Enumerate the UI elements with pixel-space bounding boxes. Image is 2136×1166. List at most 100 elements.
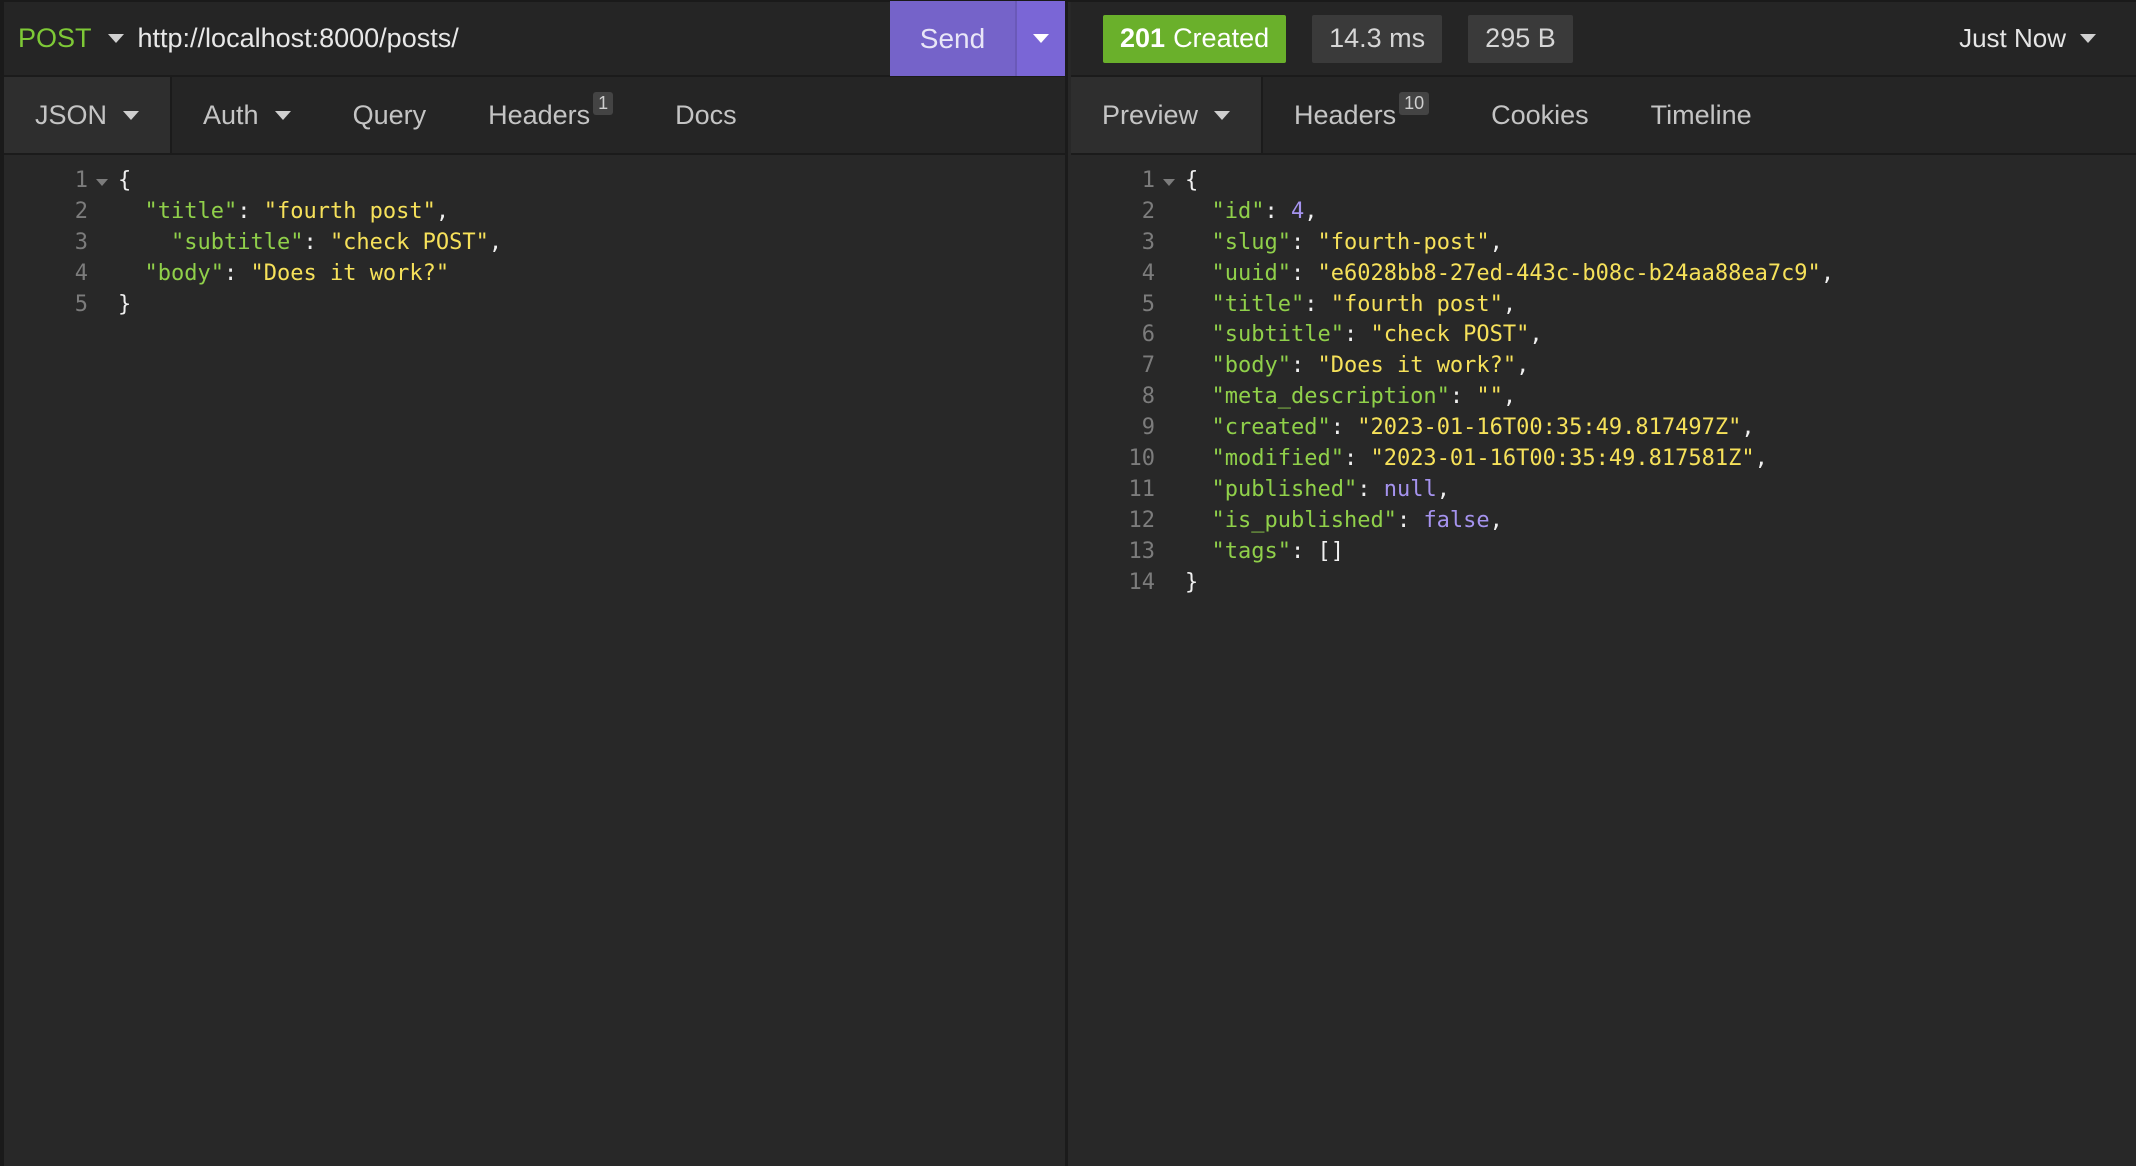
response-size: 295 B	[1468, 14, 1573, 63]
code-token: "e6028bb8-27ed-443c-b08c-b24aa88ea7c9"	[1317, 260, 1821, 286]
code-text: "title": "fourth post",	[1155, 292, 1517, 317]
code-token: :	[1449, 384, 1477, 410]
code-token: ,	[1820, 260, 1835, 286]
code-text: "created": "2023-01-16T00:35:49.817497Z"…	[1155, 415, 1755, 440]
line-number: 5	[1071, 292, 1155, 317]
line-number: 1	[4, 167, 108, 193]
response-body-viewer[interactable]: 1{2 "id": 4, 3 "slug": "fourth-post", 4 "u…	[1071, 157, 2136, 1166]
code-token: :	[223, 260, 251, 286]
code-token: "meta_description"	[1211, 384, 1450, 410]
method-select[interactable]: POST	[4, 2, 124, 75]
chevron-down-icon	[274, 110, 291, 120]
tab-json[interactable]: JSON	[4, 77, 173, 153]
code-token: null	[1383, 476, 1437, 502]
code-text: "slug": "fourth-post",	[1155, 230, 1503, 255]
code-token: :	[1290, 353, 1318, 379]
app-window: POST http://localhost:8000/posts/ Send J…	[0, 0, 2136, 1166]
code-token: "modified"	[1211, 445, 1344, 471]
tab-docs[interactable]: Docs	[644, 77, 768, 153]
code-token: "published"	[1211, 476, 1358, 502]
code-token: "fourth-post"	[1317, 229, 1490, 255]
code-text: "id": 4,	[1155, 198, 1318, 224]
code-line: 6 "subtitle": "check POST",	[1071, 319, 2136, 350]
status-code: 201	[1120, 23, 1166, 53]
code-token: ,	[1304, 198, 1318, 224]
line-number-text: 1	[74, 167, 88, 193]
request-body-editor[interactable]: 1{2 "title": "fourth post", 3 "subtitle":…	[4, 157, 1065, 1166]
line-number-text: 11	[1128, 476, 1156, 502]
url-input[interactable]: http://localhost:8000/posts/	[138, 23, 890, 54]
code-token: :	[237, 198, 264, 224]
history-dropdown[interactable]: Just Now	[1959, 23, 2096, 54]
code-token: "id"	[1211, 198, 1265, 224]
tab-label: Cookies	[1491, 99, 1589, 130]
code-text: "subtitle": "check POST",	[1155, 322, 1543, 347]
code-token: "tags"	[1211, 538, 1291, 564]
tab-auth[interactable]: Auth	[172, 77, 322, 153]
send-button[interactable]: Send	[890, 1, 1015, 76]
code-token: ,	[1502, 384, 1517, 410]
tab-label: Preview	[1102, 99, 1199, 130]
code-token: "body"	[1211, 353, 1291, 379]
line-number: 2	[4, 199, 88, 224]
code-token: :	[1343, 322, 1371, 348]
tab-query[interactable]: Query	[322, 77, 458, 153]
chevron-down-icon	[2080, 34, 2096, 43]
code-token: ,	[1754, 445, 1768, 471]
chevron-down-icon	[123, 110, 140, 120]
chevron-down-icon	[1033, 34, 1049, 43]
line-number-text: 8	[1141, 384, 1155, 410]
code-line: 1{	[1071, 165, 2136, 196]
line-number-text: 6	[1141, 322, 1155, 348]
code-token: :	[1290, 260, 1318, 286]
tab-cookies[interactable]: Cookies	[1460, 77, 1620, 153]
line-number: 3	[4, 230, 88, 255]
code-line: 11 "published": null,	[1071, 474, 2136, 505]
code-token: "fourth post"	[263, 198, 436, 224]
fold-toggle-icon[interactable]	[96, 178, 108, 186]
send-options-button[interactable]	[1015, 1, 1065, 76]
line-number: 5	[4, 292, 88, 317]
code-token: "2023-01-16T00:35:49.817581Z"	[1370, 445, 1755, 471]
code-text: "subtitle": "check POST",	[88, 230, 502, 255]
code-token: ""	[1476, 384, 1503, 410]
tab-timeline[interactable]: Timeline	[1620, 77, 1783, 153]
code-token: 4	[1290, 198, 1305, 224]
line-number: 12	[1071, 508, 1156, 533]
code-token: ,	[1516, 353, 1530, 379]
code-token: {	[118, 167, 132, 193]
line-number-text: 3	[74, 229, 88, 255]
code-token: "2023-01-16T00:35:49.817497Z"	[1357, 415, 1742, 441]
tab-preview[interactable]: Preview	[1071, 77, 1264, 153]
code-token: :	[1396, 507, 1424, 533]
line-number-text: 4	[1141, 260, 1155, 286]
response-status-bar: 201 Created 14.3 ms 295 B Just Now	[1071, 2, 2136, 77]
fold-toggle-icon[interactable]	[1163, 178, 1175, 186]
line-number-text: 5	[74, 291, 88, 317]
tab-headers[interactable]: Headers 1	[457, 77, 644, 153]
tab-label: Docs	[675, 99, 737, 130]
tab-label: JSON	[35, 99, 108, 130]
method-label: POST	[18, 23, 92, 53]
code-token: ,	[1436, 476, 1450, 502]
line-number-text: 5	[1141, 291, 1155, 317]
tab-label: Query	[352, 99, 427, 130]
tab-response-headers[interactable]: Headers 10	[1263, 77, 1460, 153]
count-badge: 10	[1399, 91, 1430, 115]
code-line: 5 "title": "fourth post",	[1071, 289, 2136, 320]
code-token: :	[1357, 476, 1384, 502]
code-token: :	[1290, 229, 1318, 255]
line-number-text: 4	[74, 260, 88, 286]
status-text: Created	[1173, 23, 1270, 53]
line-number: 8	[1071, 384, 1155, 409]
code-token: ,	[1741, 415, 1755, 441]
code-line: 2 "id": 4,	[1071, 196, 2136, 227]
line-number-text: 2	[74, 198, 88, 224]
